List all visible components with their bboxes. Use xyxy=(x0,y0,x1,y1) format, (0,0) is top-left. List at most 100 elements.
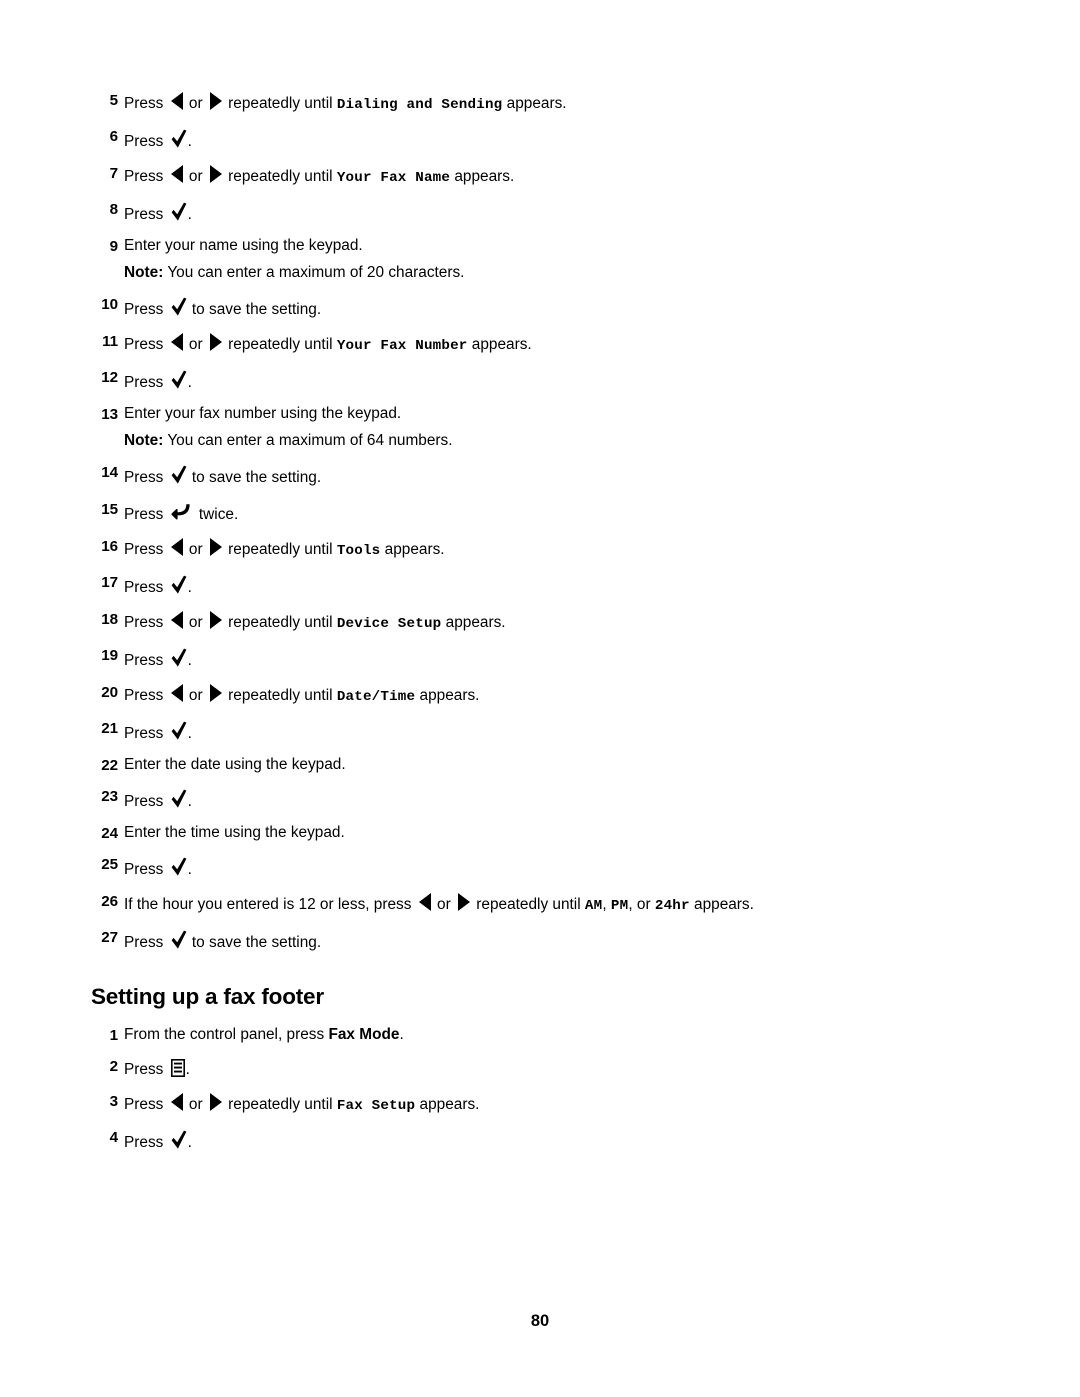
display-string: AM xyxy=(584,898,603,914)
step-text: Press xyxy=(124,374,168,391)
step-number: 21 xyxy=(101,720,118,737)
step-text: . xyxy=(187,206,192,223)
step-text: Press xyxy=(124,168,168,185)
step-text: or xyxy=(184,614,207,631)
step-item: 17 Press . xyxy=(92,572,992,598)
step-item: 23 Press . xyxy=(92,786,992,812)
step-item: 20 Press or repeatedly until Date/Time ap… xyxy=(92,682,992,707)
numbered-step-list-fax-footer: 1 From the control panel, press Fax Mode.… xyxy=(92,1025,992,1153)
step-number: 11 xyxy=(102,333,118,350)
step-text: Press xyxy=(124,506,168,523)
step-text: Press xyxy=(124,614,168,631)
step-text: Press xyxy=(124,95,168,112)
check-icon xyxy=(171,721,187,741)
step-text: Press xyxy=(124,934,168,951)
step-text: Enter your name using the keypad. xyxy=(124,237,363,254)
step-item: 22 Enter the date using the keypad. xyxy=(92,755,992,775)
step-text: . xyxy=(187,374,192,391)
step-text: Press xyxy=(124,687,168,704)
step-text: repeatedly until xyxy=(223,541,337,558)
step-body: Press or repeatedly until Your Fax Name … xyxy=(124,163,992,188)
step-text: or xyxy=(184,541,207,558)
step-text: appears. xyxy=(467,336,532,353)
display-string: Device Setup xyxy=(336,616,442,632)
step-number: 2 xyxy=(109,1058,118,1075)
step-text: appears. xyxy=(380,541,445,558)
step-item: 4 Press . xyxy=(92,1127,992,1153)
page-content: 5 Press or repeatedly until Dialing and S… xyxy=(91,90,992,1164)
step-text: repeatedly until xyxy=(223,1096,337,1113)
step-body: Press or repeatedly until Your Fax Numbe… xyxy=(124,331,992,356)
step-body: Press . xyxy=(124,645,992,671)
step-text: . xyxy=(187,861,192,878)
numbered-step-list-continued: 5 Press or repeatedly until Dialing and S… xyxy=(92,90,992,953)
step-item: 13 Enter your fax number using the keypad… xyxy=(92,404,992,451)
step-body: Press . xyxy=(124,786,992,812)
note-text: You can enter a maximum of 20 characters… xyxy=(163,264,465,281)
step-body: Press or repeatedly until Tools appears. xyxy=(124,536,992,561)
step-text: Press xyxy=(124,1134,168,1151)
step-text: to save the setting. xyxy=(187,469,322,486)
note-label: Note: xyxy=(124,432,164,449)
step-text: appears. xyxy=(415,1096,480,1113)
step-number: 18 xyxy=(101,611,118,628)
step-text: . xyxy=(185,1061,190,1078)
step-number: 12 xyxy=(101,369,118,386)
back-icon xyxy=(171,502,193,522)
step-text: to save the setting. xyxy=(187,301,322,318)
step-text: repeatedly until xyxy=(223,687,337,704)
step-text: Press xyxy=(124,133,168,150)
step-body: Press . xyxy=(124,718,992,744)
step-body: If the hour you entered is 12 or less, p… xyxy=(124,891,992,916)
step-number: 26 xyxy=(101,893,118,910)
left-arrow-icon xyxy=(170,611,183,629)
step-body: Press . xyxy=(124,572,992,598)
step-number: 7 xyxy=(109,165,118,182)
step-text: twice. xyxy=(194,506,239,523)
step-text: Press xyxy=(124,206,168,223)
step-text: . xyxy=(187,793,192,810)
right-arrow-icon xyxy=(209,611,222,629)
right-arrow-icon xyxy=(457,893,470,911)
step-item: 5 Press or repeatedly until Dialing and S… xyxy=(92,90,992,115)
step-text: or xyxy=(184,687,207,704)
step-text: Press xyxy=(124,301,168,318)
step-number: 19 xyxy=(101,647,118,664)
step-number: 27 xyxy=(101,929,118,946)
step-item: 24 Enter the time using the keypad. xyxy=(92,823,992,843)
check-icon xyxy=(171,370,187,390)
step-text: If the hour you entered is 12 or less, p… xyxy=(124,896,416,913)
step-number: 5 xyxy=(109,92,118,109)
step-text: appears. xyxy=(502,95,567,112)
step-item: 7 Press or repeatedly until Your Fax Name… xyxy=(92,163,992,188)
left-arrow-icon xyxy=(170,538,183,556)
step-item: 16 Press or repeatedly until Tools appear… xyxy=(92,536,992,561)
right-arrow-icon xyxy=(209,538,222,556)
check-icon xyxy=(171,789,187,809)
display-string: 24hr xyxy=(654,898,690,914)
display-string: Date/Time xyxy=(336,689,416,705)
step-text: . xyxy=(187,579,192,596)
step-item: 11 Press or repeatedly until Your Fax Num… xyxy=(92,331,992,356)
step-number: 9 xyxy=(109,238,118,255)
page-number: 80 xyxy=(530,1312,550,1330)
step-number: 13 xyxy=(101,406,118,423)
step-text: . xyxy=(187,1134,192,1151)
step-text: appears. xyxy=(450,168,515,185)
step-number: 23 xyxy=(101,788,118,805)
step-text: Press xyxy=(124,652,168,669)
step-text: . xyxy=(187,133,192,150)
left-arrow-icon xyxy=(170,165,183,183)
step-text: or xyxy=(184,168,207,185)
display-string: PM xyxy=(610,898,629,914)
step-item: 14 Press to save the setting. xyxy=(92,462,992,488)
step-text: appears. xyxy=(689,896,754,913)
right-arrow-icon xyxy=(209,92,222,110)
step-text: appears. xyxy=(441,614,506,631)
step-number: 3 xyxy=(109,1093,118,1110)
step-body: From the control panel, press Fax Mode. xyxy=(124,1025,992,1045)
document-page: 5 Press or repeatedly until Dialing and S… xyxy=(0,0,1080,1397)
step-body: Press to save the setting. xyxy=(124,462,992,488)
display-string: Tools xyxy=(336,543,381,559)
right-arrow-icon xyxy=(209,333,222,351)
